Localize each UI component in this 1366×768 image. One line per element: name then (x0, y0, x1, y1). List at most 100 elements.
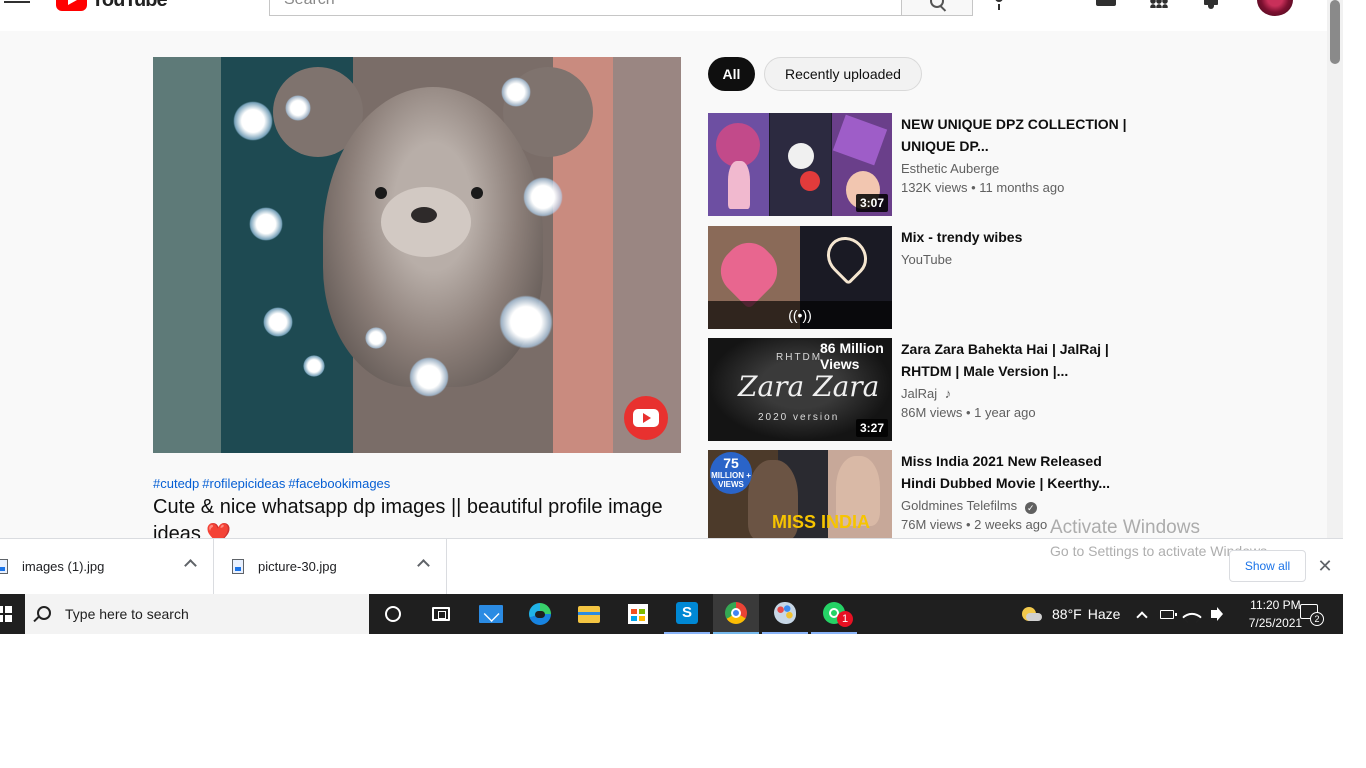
channel-name[interactable]: YouTube (901, 250, 1131, 270)
channel-row: Goldmines Telefilms ✓ (901, 496, 1131, 516)
logo-text: YouTube (91, 0, 168, 12)
hamburger-menu-icon[interactable] (4, 0, 30, 10)
heart-emoji-icon: ❤️ (206, 523, 232, 538)
hashtag-link[interactable]: #facebookimages (288, 476, 390, 491)
notifications-bell-icon[interactable] (1202, 0, 1220, 10)
action-center-button[interactable]: 2 (1300, 604, 1324, 626)
close-icon[interactable]: ✕ (1316, 556, 1334, 576)
image-file-icon (0, 559, 8, 574)
thumbnail-title-text: Zara Zara (738, 370, 880, 403)
file-explorer-app[interactable] (566, 594, 612, 634)
video-player[interactable] (153, 57, 681, 453)
channel-name[interactable]: JalRaj (901, 386, 937, 401)
recommendation-info: Mix - trendy wibes YouTube (901, 226, 1131, 270)
whatsapp-app[interactable]: 1 (811, 594, 857, 634)
mail-app[interactable] (468, 594, 514, 634)
taskbar-search-box[interactable]: Type here to search (25, 594, 369, 634)
channel-row: JalRaj ♪ (901, 384, 1131, 404)
bokeh-light (501, 77, 531, 107)
channel-name[interactable]: Esthetic Auberge (901, 159, 1131, 179)
skype-icon: S (676, 602, 698, 624)
volume-icon[interactable] (1209, 607, 1225, 621)
download-item[interactable]: picture-30.jpg (214, 539, 447, 594)
notification-count: 2 (1310, 612, 1324, 626)
video-meta: 86M views • 1 year ago (901, 405, 1036, 420)
bokeh-light (499, 295, 553, 349)
whatsapp-unread-badge: 1 (837, 611, 853, 627)
search-input[interactable]: Search (269, 0, 902, 16)
search-icon (930, 0, 944, 8)
weather-haze-icon[interactable] (1020, 607, 1042, 621)
bokeh-light (523, 177, 563, 217)
temperature[interactable]: 88°F (1052, 606, 1082, 622)
windows-logo-icon (0, 606, 12, 622)
bokeh-light (263, 307, 293, 337)
hashtag-list: #cutedp #rofilepicideas #facebookimages (153, 476, 393, 491)
scrollbar-thumb[interactable] (1330, 0, 1340, 64)
verified-check-icon: ✓ (1024, 502, 1037, 514)
edge-app[interactable] (517, 594, 563, 634)
video-title: Cute & nice whatsapp dp images || beauti… (153, 494, 683, 538)
video-thumbnail[interactable]: 3:07 (708, 113, 892, 216)
recommendation-title[interactable]: NEW UNIQUE DPZ COLLECTION | UNIQUE DP... (901, 113, 1131, 157)
mail-icon (479, 605, 503, 623)
download-filename: images (1).jpg (22, 559, 105, 574)
recommendation-title[interactable]: Miss India 2021 New Released Hindi Dubbe… (901, 450, 1131, 494)
mix-live-icon: ((•)) (708, 301, 892, 329)
page-scrollbar[interactable] (1327, 0, 1343, 538)
right-edge-strip (1343, 0, 1366, 634)
show-all-downloads-button[interactable]: Show all (1229, 550, 1306, 582)
recommendation-title[interactable]: Mix - trendy wibes (901, 226, 1131, 248)
thumbnail-title-text: MISS INDIA (772, 512, 871, 532)
chip-recently-uploaded[interactable]: Recently uploaded (764, 57, 922, 91)
weather-condition[interactable]: Haze (1088, 606, 1121, 622)
bokeh-light (365, 327, 387, 349)
chrome-app[interactable] (713, 594, 759, 634)
recommendation-item[interactable]: 86 Million Views RHTDM Zara Zara 2020 ve… (708, 338, 1148, 442)
cortana-button[interactable] (370, 594, 416, 634)
masthead: YouTube Search (0, 0, 1343, 31)
download-bar: images (1).jpg picture-30.jpg Go to Sett… (0, 538, 1343, 594)
skype-app[interactable]: S (664, 594, 710, 634)
channel-name[interactable]: Goldmines Telefilms (901, 498, 1017, 513)
task-view-icon (432, 607, 450, 621)
battery-icon[interactable] (1159, 607, 1178, 621)
search-button[interactable] (901, 0, 973, 16)
download-item[interactable]: images (1).jpg (0, 539, 214, 594)
youtube-logo[interactable]: YouTube (56, 0, 168, 12)
microphone-icon[interactable] (990, 0, 1008, 10)
create-video-icon[interactable] (1096, 0, 1116, 6)
bokeh-light (409, 357, 449, 397)
chevron-up-icon[interactable] (184, 559, 197, 572)
store-app[interactable] (615, 594, 661, 634)
recommendation-info: Zara Zara Bahekta Hai | JalRaj | RHTDM |… (901, 338, 1131, 422)
chip-all[interactable]: All (708, 57, 755, 91)
youtube-play-icon (56, 0, 87, 11)
download-filename: picture-30.jpg (258, 559, 337, 574)
start-button[interactable] (0, 594, 24, 634)
task-view-button[interactable] (418, 594, 464, 634)
chevron-up-icon[interactable] (417, 559, 430, 572)
bear-nose (411, 207, 437, 223)
recommendation-item[interactable]: 3:07 NEW UNIQUE DPZ COLLECTION | UNIQUE … (708, 113, 1148, 217)
apps-grid-icon[interactable] (1150, 0, 1168, 8)
video-thumbnail[interactable]: 86 Million Views RHTDM Zara Zara 2020 ve… (708, 338, 892, 441)
hashtag-link[interactable]: #cutedp (153, 476, 199, 491)
folder-icon (578, 605, 600, 623)
windows-taskbar: Type here to search S 1 88°F Haze 11:20 … (0, 594, 1343, 634)
badge-number: 75 (723, 455, 739, 471)
show-hidden-icons-chevron-up-icon[interactable] (1134, 607, 1150, 623)
wifi-icon[interactable] (1182, 607, 1203, 627)
store-icon (628, 604, 648, 624)
channel-watermark-icon[interactable] (624, 396, 668, 440)
video-thumbnail[interactable]: 75 MILLION + VIEWS MISS INDIA (708, 450, 892, 538)
edge-icon (529, 603, 551, 625)
recommendation-title[interactable]: Zara Zara Bahekta Hai | JalRaj | RHTDM |… (901, 338, 1131, 382)
views-badge: 75 MILLION + VIEWS (710, 452, 752, 494)
avatar[interactable] (1257, 0, 1293, 16)
mix-thumbnail[interactable]: ((•)) (708, 226, 892, 329)
thumbnail-rhtdm-text: RHTDM (776, 352, 823, 363)
hashtag-link[interactable]: #rofilepicideas (202, 476, 285, 491)
recommendation-item[interactable]: ((•)) Mix - trendy wibes YouTube (708, 226, 1148, 330)
paint-app[interactable] (762, 594, 808, 634)
